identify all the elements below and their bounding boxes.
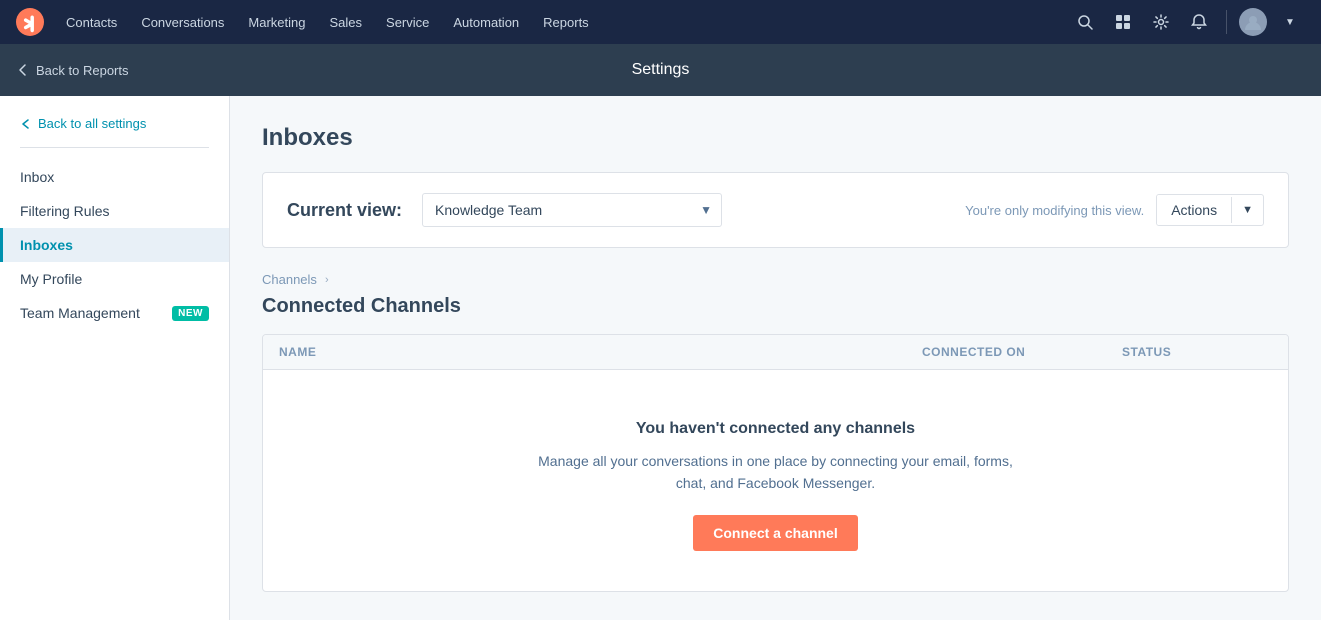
back-to-reports-button[interactable]: Back to Reports bbox=[0, 44, 145, 96]
table-header: NAME CONNECTED ON STATUS bbox=[263, 335, 1288, 370]
breadcrumb: Channels › bbox=[262, 272, 1289, 287]
actions-caret-icon[interactable]: ▼ bbox=[1231, 197, 1263, 223]
sidebar-item-team-management[interactable]: Team Management NEW bbox=[0, 296, 229, 330]
nav-conversations[interactable]: Conversations bbox=[131, 9, 234, 36]
view-select-wrapper: Knowledge Team All Conversations My Conv… bbox=[422, 193, 722, 227]
main-content: Inboxes Current view: Knowledge Team All… bbox=[230, 96, 1321, 620]
breadcrumb-channels[interactable]: Channels bbox=[262, 272, 317, 287]
sidebar-item-inbox[interactable]: Inbox bbox=[0, 160, 229, 194]
page-title: Settings bbox=[632, 61, 690, 79]
nav-sales[interactable]: Sales bbox=[320, 9, 373, 36]
table-empty-state: You haven't connected any channels Manag… bbox=[263, 370, 1288, 591]
view-select[interactable]: Knowledge Team All Conversations My Conv… bbox=[422, 193, 722, 227]
marketplace-icon[interactable] bbox=[1108, 7, 1138, 37]
nav-reports[interactable]: Reports bbox=[533, 9, 599, 36]
settings-icon[interactable] bbox=[1146, 7, 1176, 37]
nav-contacts[interactable]: Contacts bbox=[56, 9, 127, 36]
breadcrumb-separator: › bbox=[325, 274, 329, 286]
nav-divider bbox=[1226, 10, 1227, 34]
col-header-status: STATUS bbox=[1122, 345, 1272, 359]
sidebar: Back to all settings Inbox Filtering Rul… bbox=[0, 96, 230, 620]
current-view-label: Current view: bbox=[287, 200, 402, 221]
actions-button[interactable]: Actions ▼ bbox=[1156, 194, 1264, 226]
nav-automation[interactable]: Automation bbox=[443, 9, 529, 36]
account-dropdown-icon[interactable]: ▼ bbox=[1275, 7, 1305, 37]
actions-main-button[interactable]: Actions bbox=[1157, 195, 1231, 225]
sidebar-item-inboxes[interactable]: Inboxes bbox=[0, 228, 229, 262]
sub-header: Back to Reports Settings bbox=[0, 44, 1321, 96]
new-badge: NEW bbox=[172, 306, 209, 321]
connect-channel-button[interactable]: Connect a channel bbox=[693, 515, 857, 551]
sidebar-divider bbox=[20, 147, 209, 148]
back-to-all-settings-link[interactable]: Back to all settings bbox=[0, 116, 229, 147]
top-navigation: Contacts Conversations Marketing Sales S… bbox=[0, 0, 1321, 44]
nav-marketing[interactable]: Marketing bbox=[238, 9, 315, 36]
nav-right-controls: ▼ bbox=[1070, 7, 1305, 37]
view-card-right: You're only modifying this view. Actions… bbox=[965, 194, 1264, 226]
current-view-card: Current view: Knowledge Team All Convers… bbox=[262, 172, 1289, 248]
inboxes-title: Inboxes bbox=[262, 124, 1289, 152]
notifications-icon[interactable] bbox=[1184, 7, 1214, 37]
connected-channels-title: Connected Channels bbox=[262, 295, 1289, 318]
main-layout: Back to all settings Inbox Filtering Rul… bbox=[0, 96, 1321, 620]
hubspot-logo[interactable] bbox=[16, 8, 44, 36]
sidebar-item-my-profile[interactable]: My Profile bbox=[0, 262, 229, 296]
empty-state-title: You haven't connected any channels bbox=[636, 420, 915, 438]
nav-items: Contacts Conversations Marketing Sales S… bbox=[56, 9, 1070, 36]
col-header-connected-on: CONNECTED ON bbox=[922, 345, 1122, 359]
nav-service[interactable]: Service bbox=[376, 9, 439, 36]
modifying-view-text: You're only modifying this view. bbox=[965, 203, 1144, 218]
search-icon[interactable] bbox=[1070, 7, 1100, 37]
empty-state-text: Manage all your conversations in one pla… bbox=[526, 450, 1026, 495]
user-avatar[interactable] bbox=[1239, 8, 1267, 36]
channels-table: NAME CONNECTED ON STATUS You haven't con… bbox=[262, 334, 1289, 592]
sidebar-item-filtering-rules[interactable]: Filtering Rules bbox=[0, 194, 229, 228]
col-header-name: NAME bbox=[279, 345, 922, 359]
